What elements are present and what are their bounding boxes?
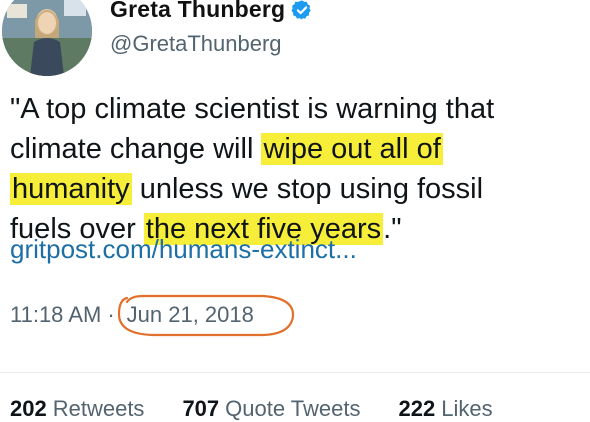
- tweet-text: "A top climate scientist is warning that…: [10, 89, 580, 249]
- tweet-line: "A top climate scientist is warning that: [10, 89, 580, 129]
- quotes-count: 707: [182, 396, 220, 421]
- retweets-count: 202: [10, 396, 47, 421]
- likes-stat[interactable]: 222 Likes: [399, 396, 493, 422]
- avatar[interactable]: [2, 0, 92, 76]
- tweet-text-segment: "A top climate scientist is warning that: [10, 93, 495, 125]
- verified-badge-icon: [291, 0, 313, 21]
- tweet-date-wrap: Jun 21, 2018: [117, 294, 294, 337]
- likes-count: 222: [398, 396, 436, 421]
- stats-divider: [0, 372, 590, 373]
- avatar-photo: [2, 0, 92, 76]
- quotes-stat[interactable]: 707 Quote Tweets: [182, 396, 360, 422]
- tweet-stats: 202 Retweets 707 Quote Tweets 222 Likes: [10, 396, 493, 422]
- tweet-meta: 11:18 AM · Jun 21, 2018: [10, 294, 294, 337]
- tweet-time[interactable]: 11:18 AM: [10, 302, 101, 328]
- annotation-circle: [117, 294, 294, 337]
- tweet-line: climate change will wipe out all of: [10, 129, 580, 169]
- highlighted-text: wipe out all of: [261, 133, 443, 165]
- author-name[interactable]: Greta Thunberg: [110, 0, 285, 23]
- tweet-line: humanity unless we stop using fossil: [10, 169, 580, 209]
- retweets-label: Retweets: [52, 396, 145, 421]
- retweets-stat[interactable]: 202 Retweets: [10, 396, 144, 422]
- highlighted-text: humanity: [10, 173, 132, 205]
- tweet-link[interactable]: gritpost.com/humans-extinct...: [10, 234, 357, 265]
- quotes-label: Quote Tweets: [225, 396, 361, 421]
- likes-label: Likes: [441, 396, 493, 421]
- tweet-text-segment: climate change will: [10, 133, 262, 165]
- tweet-text-segment: .": [383, 213, 402, 245]
- author-name-row: Greta Thunberg: [110, 0, 313, 23]
- tweet-text-segment: unless we stop using fossil: [131, 173, 484, 205]
- author-handle[interactable]: @GretaThunberg: [110, 31, 282, 57]
